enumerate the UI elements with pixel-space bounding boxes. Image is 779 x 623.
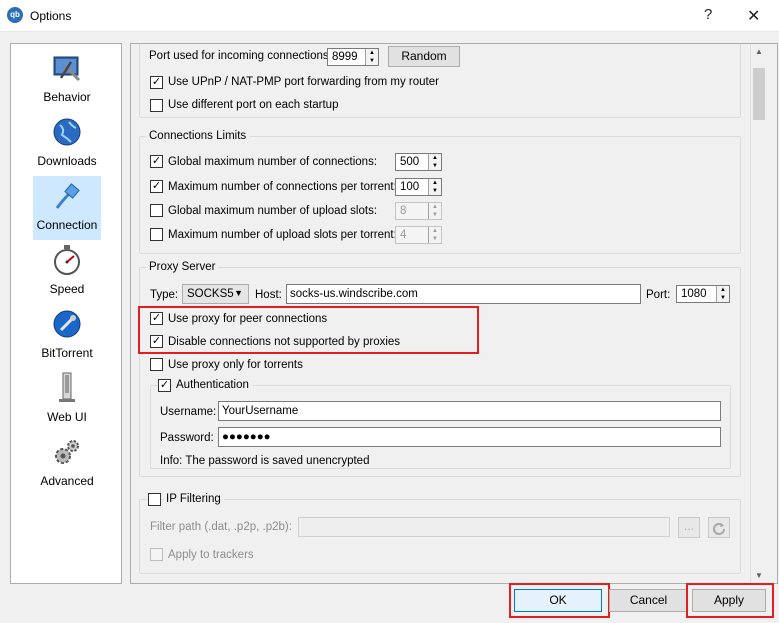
proxy-only-torrents-label: Use proxy only for torrents — [168, 359, 303, 371]
connection-settings-panel: Port used for incoming connections: 8999… — [130, 43, 778, 584]
max-connections-per-torrent-checkbox[interactable] — [150, 180, 163, 193]
proxy-port-label: Port: — [646, 289, 671, 301]
spinbox-value: 1080 — [681, 288, 707, 300]
listening-port-spinbox[interactable]: 8999 ▲ ▼ — [327, 48, 379, 66]
reload-filter-button[interactable] — [708, 517, 730, 538]
apply-button-highlight — [686, 583, 774, 618]
ip-filtering-title: IP Filtering — [163, 493, 224, 505]
scroll-up-arrow-icon[interactable]: ▲ — [755, 47, 763, 56]
proxy-host-input[interactable]: socks-us.windscribe.com — [286, 284, 641, 304]
sidebar-item-connection[interactable]: Connection — [33, 176, 101, 240]
spin-arrows[interactable]: ▲ ▼ — [716, 286, 729, 302]
spinbox-value: 8 — [400, 205, 407, 217]
upnp-label: Use UPnP / NAT-PMP port forwarding from … — [168, 76, 439, 88]
qbittorrent-app-icon: qb — [7, 7, 23, 23]
close-button[interactable]: ✕ — [747, 6, 760, 26]
ok-button-highlight — [509, 583, 610, 618]
username-value: YourUsername — [222, 405, 299, 417]
spinbox-value: 100 — [400, 181, 420, 193]
help-button[interactable]: ? — [704, 6, 712, 23]
spin-arrows[interactable]: ▲ ▼ — [428, 179, 441, 195]
password-info-text: Info: The password is saved unencrypted — [160, 455, 370, 467]
sidebar-item-label: Connection — [36, 218, 98, 232]
global-max-connections-checkbox[interactable] — [150, 155, 163, 168]
title-bar: qb Options ? ✕ — [0, 0, 779, 32]
browse-filter-button[interactable]: ... — [678, 517, 700, 538]
upload-slots-per-torrent-label: Maximum number of upload slots per torre… — [168, 229, 397, 241]
proxy-type-select[interactable]: SOCKS5 ▼ — [182, 284, 249, 304]
sidebar-item-bittorrent[interactable]: BitTorrent — [33, 304, 101, 368]
random-port-button[interactable]: Random — [388, 46, 460, 67]
proxy-only-torrents-checkbox[interactable] — [150, 358, 163, 371]
proxy-type-value: SOCKS5 — [187, 288, 234, 300]
vertical-scrollbar[interactable]: ▲ ▼ — [750, 44, 767, 583]
bittorrent-icon — [53, 310, 81, 338]
options-sidebar: Behavior Downloads Connection Speed BitT… — [10, 43, 122, 584]
apply-to-trackers-checkbox[interactable] — [150, 548, 163, 561]
filter-path-label: Filter path (.dat, .p2p, .p2b): — [150, 521, 292, 533]
spin-arrows[interactable]: ▲ ▼ — [428, 227, 441, 243]
proxy-port-spinbox[interactable]: 1080 ▲ ▼ — [676, 285, 730, 303]
sidebar-item-label: Downloads — [37, 154, 97, 168]
sidebar-item-web-ui[interactable]: Web UI — [33, 368, 101, 432]
downloads-globe-icon — [53, 118, 81, 146]
global-upload-slots-checkbox[interactable] — [150, 204, 163, 217]
port-label: Port used for incoming connections: — [149, 50, 332, 62]
spin-arrows[interactable]: ▲ ▼ — [365, 49, 378, 65]
global-upload-slots-label: Global maximum number of upload slots: — [168, 205, 378, 217]
scroll-down-arrow-icon[interactable]: ▼ — [755, 571, 763, 580]
spin-arrows[interactable]: ▲ ▼ — [428, 154, 441, 170]
authentication-checkbox[interactable] — [158, 379, 171, 392]
speed-stopwatch-icon — [54, 245, 80, 275]
sidebar-item-label: BitTorrent — [41, 346, 93, 360]
chevron-down-icon: ▼ — [234, 288, 243, 298]
upnp-checkbox[interactable] — [150, 76, 163, 89]
proxy-options-highlight — [138, 306, 479, 354]
sidebar-item-behavior[interactable]: Behavior — [33, 48, 101, 112]
password-input[interactable]: ●●●●●●● — [218, 427, 721, 447]
max-connections-per-torrent-label: Maximum number of connections per torren… — [168, 181, 397, 193]
cancel-button[interactable]: Cancel — [609, 589, 688, 612]
ip-filtering-checkbox[interactable] — [148, 493, 161, 506]
behavior-icon — [53, 56, 81, 82]
connection-limits-title: Connections Limits — [146, 130, 250, 142]
username-label: Username: — [160, 406, 217, 418]
connection-icon — [55, 183, 80, 209]
spin-arrows[interactable]: ▲ ▼ — [428, 203, 441, 219]
max-connections-per-torrent-spinbox[interactable]: 100 ▲ ▼ — [395, 178, 442, 196]
spinbox-value: 500 — [400, 156, 420, 168]
proxy-host-value: socks-us.windscribe.com — [290, 288, 418, 300]
scroll-thumb[interactable] — [753, 68, 765, 120]
global-max-connections-label: Global maximum number of connections: — [168, 156, 378, 168]
apply-to-trackers-label: Apply to trackers — [168, 549, 254, 561]
advanced-gears-icon — [55, 440, 79, 464]
different-port-label: Use different port on each startup — [168, 99, 339, 111]
sidebar-item-label: Speed — [49, 282, 85, 296]
sidebar-item-label: Web UI — [47, 410, 87, 424]
password-label: Password: — [160, 432, 214, 444]
filter-path-input[interactable] — [298, 517, 670, 537]
upload-slots-per-torrent-checkbox[interactable] — [150, 228, 163, 241]
web-ui-icon — [59, 372, 75, 402]
spinbox-value: 4 — [400, 229, 407, 241]
refresh-icon — [713, 523, 725, 535]
different-port-checkbox[interactable] — [150, 99, 163, 112]
sidebar-item-advanced[interactable]: Advanced — [33, 432, 101, 496]
sidebar-item-downloads[interactable]: Downloads — [33, 112, 101, 176]
authentication-title: Authentication — [173, 379, 252, 391]
spinbox-value: 8999 — [332, 51, 358, 63]
upload-slots-per-torrent-spinbox[interactable]: 4 ▲ ▼ — [395, 226, 442, 244]
sidebar-item-label: Advanced — [40, 474, 94, 488]
proxy-type-label: Type: — [150, 289, 179, 301]
sidebar-item-speed[interactable]: Speed — [33, 240, 101, 304]
global-max-connections-spinbox[interactable]: 500 ▲ ▼ — [395, 153, 442, 171]
password-value: ●●●●●●● — [222, 431, 271, 443]
global-upload-slots-spinbox[interactable]: 8 ▲ ▼ — [395, 202, 442, 220]
proxy-server-title: Proxy Server — [146, 261, 219, 273]
username-input[interactable]: YourUsername — [218, 401, 721, 421]
proxy-host-label: Host: — [255, 289, 282, 301]
sidebar-item-label: Behavior — [43, 90, 91, 104]
window-title: Options — [30, 9, 72, 23]
